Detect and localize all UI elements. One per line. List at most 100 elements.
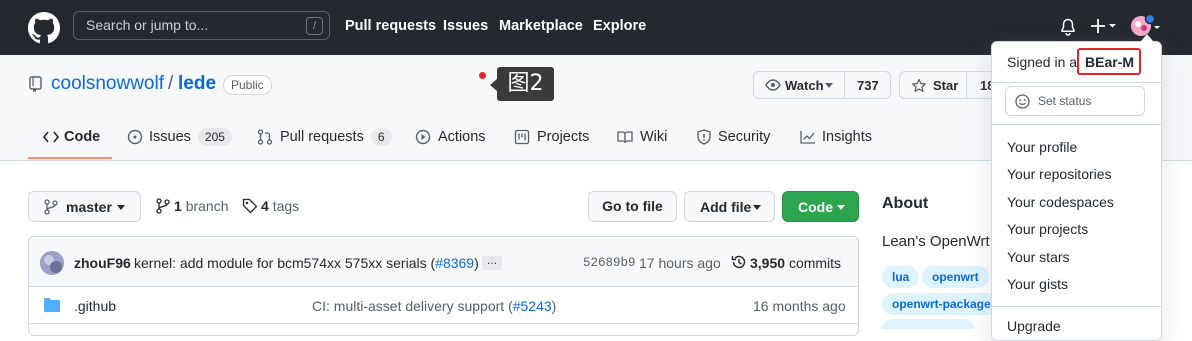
add-file-label: Add file <box>700 199 752 215</box>
add-file-button[interactable]: Add file <box>684 191 775 222</box>
visibility-badge: Public <box>223 75 272 95</box>
topic-tag[interactable] <box>882 319 974 329</box>
menu-divider <box>992 124 1161 125</box>
search-placeholder: Search or jump to... <box>86 17 209 33</box>
author-avatar[interactable] <box>40 251 64 275</box>
nav-pull-requests[interactable]: Pull requests <box>345 18 436 34</box>
menu-divider <box>992 82 1161 83</box>
branches-link[interactable]: 1 branch <box>174 198 229 214</box>
branch-icon <box>156 198 170 214</box>
graph-icon <box>800 130 816 144</box>
about-description: Lean's OpenWrt <box>882 233 990 250</box>
chevron-down-icon <box>837 205 845 210</box>
button-divider <box>844 72 845 98</box>
star-button[interactable]: Star 18 <box>899 71 999 99</box>
button-divider <box>966 72 967 98</box>
watch-label: Watch <box>785 78 824 93</box>
tab-issues[interactable]: Issues 205 <box>127 128 232 148</box>
folder-icon <box>44 298 60 312</box>
menu-item-your-codespaces[interactable]: Your codespaces <box>1007 194 1114 210</box>
pull-request-icon <box>257 129 273 145</box>
history-icon <box>731 254 747 270</box>
username: BEar-M <box>1085 54 1135 70</box>
tag-icon <box>242 198 258 214</box>
issue-icon <box>127 129 143 145</box>
commit-time: 17 hours ago <box>639 255 721 271</box>
commit-expand-button[interactable]: … <box>482 256 502 270</box>
repo-name-link[interactable]: lede <box>178 73 216 95</box>
topic-tag[interactable]: lua <box>882 266 920 288</box>
plus-icon[interactable] <box>1091 18 1117 34</box>
repo-icon <box>29 76 43 92</box>
active-tab-underline <box>28 157 112 159</box>
shield-icon <box>696 129 712 145</box>
about-heading: About <box>882 195 929 212</box>
star-label: Star <box>933 78 959 93</box>
tab-projects[interactable]: Projects <box>514 128 589 148</box>
tab-wiki[interactable]: Wiki <box>617 128 667 148</box>
book-icon <box>617 130 633 144</box>
project-icon <box>514 129 530 145</box>
row-divider <box>29 323 858 324</box>
issues-count: 205 <box>197 128 232 146</box>
bell-icon[interactable] <box>1060 18 1076 36</box>
nav-marketplace[interactable]: Marketplace <box>499 18 583 34</box>
commit-message[interactable]: kernel: add module for bcm574xx 575xx se… <box>134 255 479 271</box>
annotation-dot <box>479 72 486 79</box>
menu-item-your-repositories[interactable]: Your repositories <box>1007 166 1112 182</box>
topic-tag[interactable]: openwrt-package <box>882 293 1001 315</box>
commits-link[interactable]: 3,950 commits <box>750 255 841 271</box>
pull-requests-count: 6 <box>370 128 392 146</box>
tab-insights[interactable]: Insights <box>800 128 872 148</box>
code-icon <box>43 131 59 143</box>
menu-item-your-projects[interactable]: Your projects <box>1007 221 1088 237</box>
menu-item-your-gists[interactable]: Your gists <box>1007 276 1068 292</box>
file-time: 16 months ago <box>753 298 846 314</box>
code-button[interactable]: Code <box>782 191 859 222</box>
play-icon <box>415 129 431 145</box>
chevron-down-icon <box>753 205 761 210</box>
set-status-label: Set status <box>1038 94 1092 108</box>
code-button-label: Code <box>798 199 833 215</box>
tab-pull-requests[interactable]: Pull requests 6 <box>257 128 392 148</box>
menu-item-your-stars[interactable]: Your stars <box>1007 249 1070 265</box>
chevron-down-icon <box>117 205 125 210</box>
watch-button[interactable]: Watch 737 <box>753 71 891 99</box>
annotation-pointer <box>490 79 497 91</box>
tab-code[interactable]: Code <box>43 128 100 148</box>
menu-divider <box>992 306 1161 307</box>
go-to-file-button[interactable]: Go to file <box>588 191 677 222</box>
commit-author[interactable]: zhouF96 <box>74 255 131 271</box>
menu-item-upgrade[interactable]: Upgrade <box>1007 318 1061 334</box>
file-commit-message[interactable]: CI: multi-asset delivery support (#5243) <box>312 298 556 314</box>
smiley-icon <box>1015 94 1030 109</box>
topic-tag[interactable]: openwrt <box>922 266 989 288</box>
tab-security[interactable]: Security <box>696 128 770 148</box>
profile-dropdown-menu: Signed in as BEar-M Set status Your prof… <box>991 34 1162 341</box>
set-status-button[interactable]: Set status <box>1005 86 1145 116</box>
github-logo-icon[interactable] <box>28 12 60 44</box>
repo-owner-link[interactable]: coolsnowwolf <box>51 73 164 95</box>
branch-icon <box>44 199 58 215</box>
eye-icon <box>765 79 781 91</box>
branch-select-button[interactable]: master <box>28 191 141 222</box>
nav-explore[interactable]: Explore <box>593 18 646 34</box>
search-shortcut-key: / <box>306 17 323 35</box>
watch-count[interactable]: 737 <box>857 78 879 93</box>
tab-actions[interactable]: Actions <box>415 128 486 148</box>
chevron-down-icon <box>825 83 833 88</box>
repo-separator: / <box>168 73 174 94</box>
file-pr-link[interactable]: #5243 <box>513 298 552 314</box>
file-name-link[interactable]: .github <box>74 298 116 314</box>
menu-item-your-profile[interactable]: Your profile <box>1007 139 1077 155</box>
nav-issues[interactable]: Issues <box>443 18 488 34</box>
dropdown-caret-fill <box>1141 35 1153 42</box>
search-input[interactable]: Search or jump to... / <box>73 11 330 40</box>
annotation-label: 图2 <box>497 67 554 101</box>
branch-name: master <box>66 199 112 215</box>
tags-link[interactable]: 4 tags <box>261 198 299 214</box>
signed-in-label: Signed in as <box>1007 54 1085 70</box>
star-icon <box>911 78 927 94</box>
commit-sha[interactable]: 52689b9 <box>583 256 636 270</box>
commit-pr-link[interactable]: #8369 <box>435 255 474 271</box>
